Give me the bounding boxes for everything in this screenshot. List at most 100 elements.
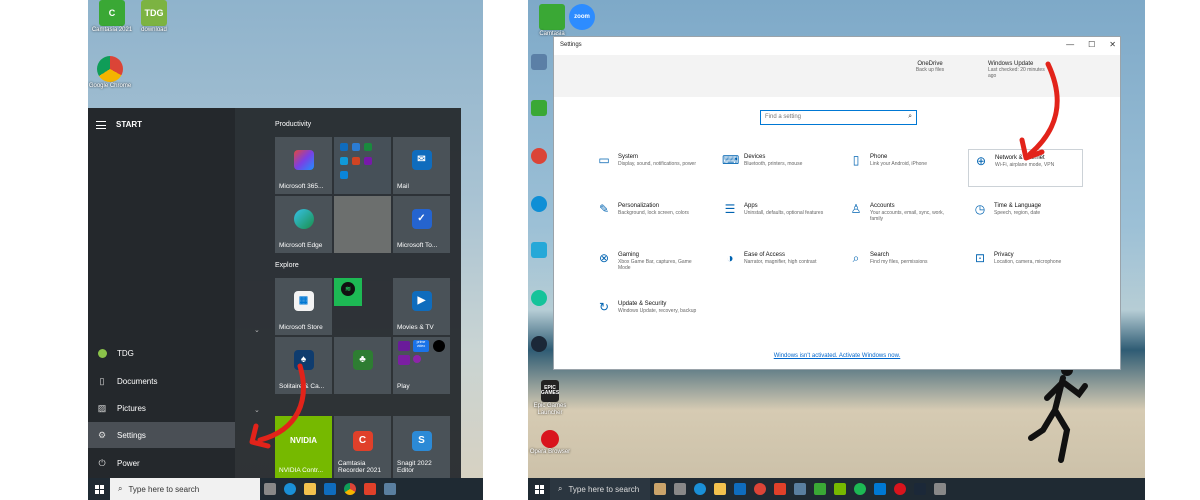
find-setting-input[interactable]: Find a setting ⌕: [760, 110, 917, 125]
snagit-icon[interactable]: [364, 483, 376, 495]
word-icon: [352, 143, 360, 151]
steam-icon[interactable]: [914, 483, 926, 495]
calculator-icon[interactable]: [794, 483, 806, 495]
hamburger-icon[interactable]: [96, 120, 106, 129]
search-icon: ⌕: [558, 484, 563, 493]
rail-item-user[interactable]: TDG: [88, 340, 235, 366]
settings-gear-icon[interactable]: [934, 483, 946, 495]
edge-icon[interactable]: [284, 483, 296, 495]
settings-category-ease-of-access[interactable]: ◑ Ease of Access Narrator, magnifier, high…: [718, 247, 833, 285]
red-arrow-annotation: [249, 363, 306, 449]
tile-play[interactable]: prime video Play: [393, 337, 450, 394]
desktop-icon-camtasia[interactable]: C Camtasia 2021: [90, 0, 134, 34]
tile-spotify[interactable]: ≋: [334, 278, 362, 306]
header-onedrive[interactable]: OneDrive Back up files: [910, 61, 950, 73]
steam-icon: [531, 336, 547, 352]
gear-icon: ⚙: [97, 429, 107, 440]
settings-category-time-language[interactable]: ◷ Time & Language Speech, region, date: [968, 198, 1083, 236]
desktop-icon-zoom[interactable]: zoom: [560, 4, 604, 31]
chrome-icon[interactable]: [344, 483, 356, 495]
desktop-icon-opera[interactable]: Opera Browser: [528, 430, 572, 456]
taskbar-search[interactable]: ⌕ Type here to search: [550, 478, 650, 500]
desktop-icon-label: Camtasia 2021: [91, 27, 133, 33]
desktop-icon-recycle-bin[interactable]: [528, 54, 550, 71]
tile-photo[interactable]: [334, 196, 391, 253]
game-icon: [398, 355, 410, 365]
store-icon[interactable]: [874, 483, 886, 495]
desktop-icon-chrome[interactable]: [528, 148, 550, 165]
group-label-productivity: Productivity: [275, 121, 312, 128]
maximize-icon[interactable]: ☐: [1088, 40, 1095, 49]
task-view-icon[interactable]: [674, 483, 686, 495]
folder-icon[interactable]: [714, 483, 726, 495]
task-view-icon[interactable]: [264, 483, 276, 495]
tile-camtasia-game[interactable]: ♣: [334, 337, 391, 394]
tile-movies-tv[interactable]: ▶ Movies & TV: [393, 278, 450, 335]
skype-icon: [340, 171, 348, 179]
desktop-icon-recorder[interactable]: [528, 242, 550, 259]
settings-category-gaming[interactable]: ⊗ Gaming Xbox Game Bar, captures, Game Mod…: [592, 247, 707, 285]
edge-icon[interactable]: [694, 483, 706, 495]
desktop-icon-label: Google Chrome: [88, 83, 132, 89]
tile-microsoft-store[interactable]: ▦ Microsoft Store: [275, 278, 332, 335]
tile-snagit[interactable]: S Snagit 2022 Editor: [393, 416, 450, 478]
calculator-icon[interactable]: [384, 483, 396, 495]
desktop-icon-epic-games[interactable]: EPIC GAMES Epic Games Launcher: [528, 380, 572, 417]
tile-office-folder[interactable]: [334, 137, 391, 194]
settings-category-devices[interactable]: ⌨ Devices Bluetooth, printers, mouse: [718, 149, 833, 187]
desktop-icon-grammarly[interactable]: [528, 290, 550, 307]
tile-label: Play: [397, 383, 410, 390]
settings-category-phone[interactable]: ▯ Phone Link your Android, iPhone: [844, 149, 959, 187]
rail-item-power[interactable]: ⏻ Power: [88, 450, 235, 476]
game-icon: [413, 355, 421, 363]
mail-icon[interactable]: [734, 483, 746, 495]
tile-mail[interactable]: ✉ Mail: [393, 137, 450, 194]
settings-category-search[interactable]: ⌕ Search Find my files, permissions: [844, 247, 959, 285]
rail-item-settings[interactable]: ⚙ Settings: [88, 422, 235, 448]
desktop-icon-steam[interactable]: [528, 336, 550, 353]
mail-icon[interactable]: [324, 483, 336, 495]
rail-item-pictures[interactable]: ▨ Pictures: [88, 395, 235, 421]
film-icon: ▶: [411, 290, 432, 311]
chevron-down-icon[interactable]: ⌄: [254, 326, 260, 334]
snagit-icon[interactable]: [774, 483, 786, 495]
taskbar: ⌕ Type here to search: [528, 478, 1145, 500]
rail-item-documents[interactable]: ▯ Documents: [88, 368, 235, 394]
category-title: Apps: [744, 203, 758, 209]
rail-item-label: Power: [117, 458, 140, 468]
search-placeholder: Type here to search: [128, 484, 200, 494]
desktop-icon-camtasia-2[interactable]: [528, 100, 550, 117]
settings-category-personalization[interactable]: ✎ Personalization Background, lock screen,…: [592, 198, 707, 236]
desktop-icon-download[interactable]: TDG download: [132, 0, 176, 34]
settings-category-update-security[interactable]: ↻ Update & Security Windows Update, recove…: [592, 296, 707, 334]
settings-category-privacy[interactable]: ⊡ Privacy Location, camera, microphone: [968, 247, 1083, 285]
close-icon[interactable]: ✕: [1109, 40, 1116, 49]
tile-microsoft-edge[interactable]: Microsoft Edge: [275, 196, 332, 253]
category-description: Display, sound, notifications, power: [618, 161, 697, 167]
settings-category-apps[interactable]: ☰ Apps Uninstall, defaults, optional featu…: [718, 198, 833, 236]
windows-start-icon[interactable]: [528, 478, 550, 500]
chrome-icon[interactable]: [754, 483, 766, 495]
desktop-icon-edge[interactable]: [528, 196, 550, 213]
tile-camtasia-recorder[interactable]: C Camtasia Recorder 2021: [334, 416, 391, 478]
edge-icon: [531, 196, 547, 212]
desktop-icon-label: Opera Browser: [529, 449, 571, 455]
desktop-icon-chrome[interactable]: Google Chrome: [88, 56, 132, 90]
tile-microsoft-todo[interactable]: ✓ Microsoft To...: [393, 196, 450, 253]
settings-category-system[interactable]: ▭ System Display, sound, notifications, po…: [592, 149, 707, 187]
windows-start-icon[interactable]: [88, 478, 110, 500]
tile-label: Microsoft Edge: [279, 242, 323, 249]
tile-microsoft-365[interactable]: Microsoft 365...: [275, 137, 332, 194]
folder-icon[interactable]: [304, 483, 316, 495]
taskbar-app-icon[interactable]: [654, 483, 666, 495]
activate-windows-link[interactable]: Windows isn't activated. Activate Window…: [554, 353, 1120, 359]
camtasia-icon[interactable]: [814, 483, 826, 495]
rail-item-label: TDG: [117, 348, 134, 358]
taskbar-search[interactable]: ⌕ Type here to search: [110, 478, 260, 500]
opera-icon[interactable]: [894, 483, 906, 495]
minimize-icon[interactable]: —: [1066, 40, 1074, 49]
settings-category-accounts[interactable]: ♙ Accounts Your accounts, email, sync, wor…: [844, 198, 959, 236]
start-header[interactable]: START: [96, 120, 142, 129]
spotify-icon[interactable]: [854, 483, 866, 495]
nvidia-icon[interactable]: [834, 483, 846, 495]
